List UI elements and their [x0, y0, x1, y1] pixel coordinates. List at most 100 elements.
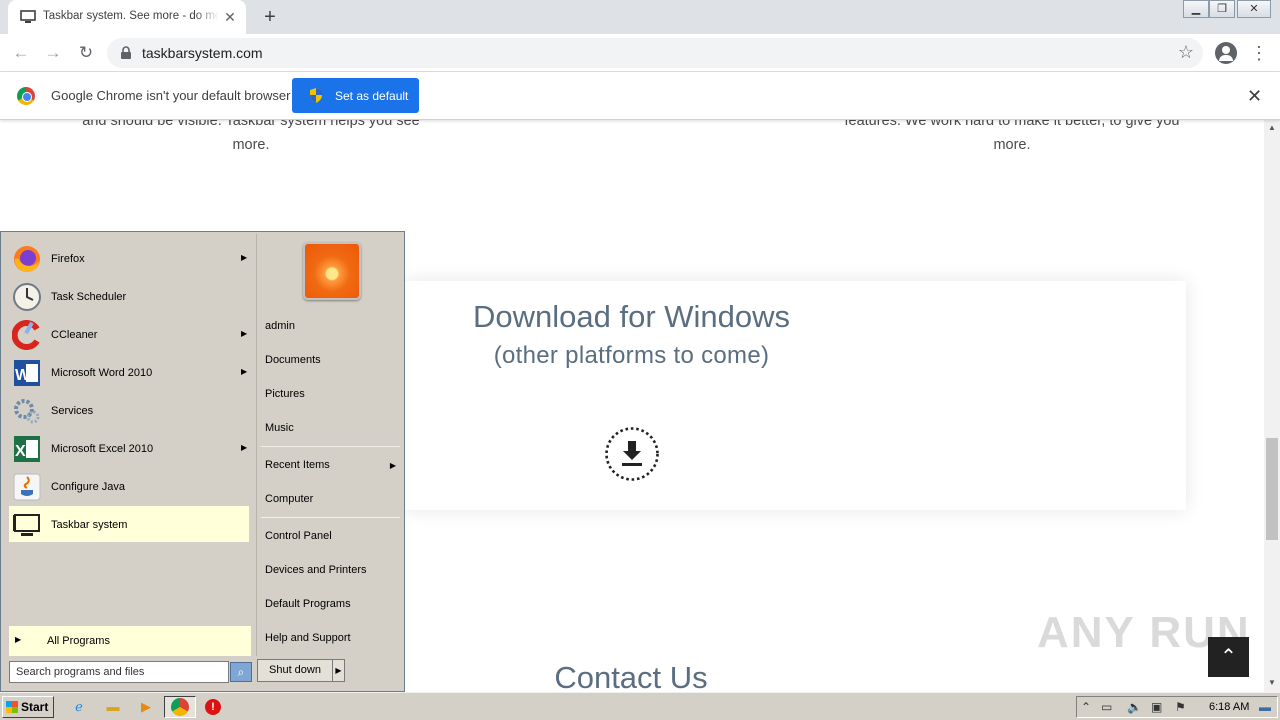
address-bar[interactable]: taskbarsystem.com ☆ [107, 38, 1203, 68]
bookmark-star-icon[interactable]: ☆ [1178, 42, 1194, 63]
program-label: Microsoft Excel 2010 [51, 443, 154, 455]
places-separator [261, 446, 400, 447]
download-card: Download for Windows (other platforms to… [405, 281, 1186, 510]
submenu-arrow-icon: ▶ [241, 443, 248, 452]
program-firefox[interactable]: Firefox ▶ [9, 240, 249, 276]
program-excel[interactable]: X Microsoft Excel 2010 ▶ [9, 430, 249, 466]
chrome-logo-icon [17, 87, 35, 105]
back-button[interactable]: ← [9, 41, 33, 65]
program-configure-java[interactable]: Configure Java [9, 468, 249, 504]
tray-display-icon[interactable]: ▭ [1101, 700, 1112, 714]
windows-taskbar: Start ℯ ▬ ▶ ! ⌃ ▭ 🔈 ▣ ⚑ 6:18 AM ▬ [0, 692, 1280, 720]
svg-text:X: X [15, 443, 26, 460]
feature-text-right: features. We work hard to make it better… [844, 120, 1180, 153]
scrollbar-thumb[interactable] [1266, 438, 1278, 540]
place-computer[interactable]: Computer [265, 493, 400, 513]
submenu-arrow-icon: ▶ [241, 367, 248, 376]
chrome-icon [171, 698, 189, 716]
place-recent-items[interactable]: Recent Items ▶ [265, 459, 400, 479]
program-label: Configure Java [51, 481, 125, 493]
set-as-default-label: Set as default [335, 89, 409, 103]
place-pictures[interactable]: Pictures [265, 388, 400, 408]
start-label: Start [21, 700, 49, 714]
place-control-panel[interactable]: Control Panel [265, 530, 400, 550]
place-help-support[interactable]: Help and Support [265, 632, 400, 652]
taskbar-clock[interactable]: 6:18 AM [1209, 701, 1249, 713]
monitor-icon [20, 10, 36, 23]
minimize-button[interactable]: ▁ [1183, 0, 1209, 18]
start-button[interactable]: Start [2, 696, 54, 718]
submenu-arrow-icon: ▶ [241, 329, 248, 338]
lock-icon [121, 46, 131, 59]
download-subtitle: (other platforms to come) [493, 342, 770, 369]
program-services[interactable]: Services [9, 392, 249, 428]
svg-text:W: W [15, 367, 31, 384]
shutdown-options-arrow-icon[interactable]: ▶ [333, 659, 345, 682]
program-ccleaner[interactable]: CCleaner ▶ [9, 316, 249, 352]
network-icon[interactable]: ▣ [1151, 700, 1162, 714]
browser-toolbar: ← → ↻ taskbarsystem.com ☆ ⋮ [0, 34, 1280, 72]
all-programs-label: All Programs [47, 635, 110, 647]
start-menu: Firefox ▶ Task Scheduler CCleaner ▶ W Mi… [0, 231, 405, 692]
place-music[interactable]: Music [265, 422, 400, 442]
all-programs-arrow-icon: ▶ [15, 635, 22, 644]
show-desktop-icon[interactable]: ▬ [1259, 700, 1271, 714]
restore-button[interactable]: ❐ [1209, 0, 1235, 18]
program-label: Taskbar system [51, 519, 128, 531]
contact-heading: Contact Us [554, 660, 708, 692]
profile-avatar-icon[interactable] [1215, 42, 1237, 64]
program-label: Firefox [51, 253, 85, 265]
place-default-programs[interactable]: Default Programs [265, 598, 400, 618]
all-programs-button[interactable]: ▶ All Programs [9, 626, 251, 656]
scroll-to-top-button[interactable]: ⌃ [1208, 637, 1249, 677]
volume-icon[interactable]: 🔈 [1127, 700, 1142, 714]
places-separator [261, 517, 400, 518]
new-tab-button[interactable]: + [258, 6, 282, 28]
infobar-close-icon[interactable]: ✕ [1247, 86, 1262, 107]
tab-close-icon[interactable]: ✕ [222, 9, 238, 25]
internet-explorer-icon[interactable]: ℯ [70, 698, 88, 716]
program-task-scheduler[interactable]: Task Scheduler [9, 278, 249, 314]
scroll-up-arrow-icon[interactable]: ▲ [1268, 123, 1276, 132]
program-word[interactable]: W Microsoft Word 2010 ▶ [9, 354, 249, 390]
system-tray: ⌃ ▭ 🔈 ▣ ⚑ 6:18 AM ▬ [1076, 696, 1278, 718]
excel-icon: X [14, 436, 40, 462]
browser-tab[interactable]: Taskbar system. See more - do more ✕ [8, 0, 246, 34]
uac-shield-icon [310, 88, 322, 103]
media-player-icon[interactable]: ▶ [137, 698, 155, 716]
start-search-input[interactable]: Search programs and files [9, 661, 229, 683]
place-devices-printers[interactable]: Devices and Printers [265, 564, 400, 584]
place-admin[interactable]: admin [265, 320, 400, 340]
task-scheduler-icon [13, 283, 41, 311]
tab-title: Taskbar system. See more - do more [43, 10, 219, 22]
program-taskbar-system[interactable]: Taskbar system [9, 506, 249, 542]
user-picture[interactable] [303, 242, 361, 300]
default-browser-infobar: Google Chrome isn't your default browser… [0, 72, 1280, 120]
start-menu-programs: Firefox ▶ Task Scheduler CCleaner ▶ W Mi… [3, 234, 254, 689]
scroll-down-arrow-icon[interactable]: ▼ [1268, 678, 1276, 687]
taskbar-system-icon [13, 514, 40, 536]
place-documents[interactable]: Documents [265, 354, 400, 374]
reload-button[interactable]: ↻ [74, 41, 98, 65]
set-as-default-button[interactable]: Set as default [292, 78, 419, 113]
program-label: Task Scheduler [51, 291, 127, 303]
download-icon[interactable] [604, 426, 660, 482]
explorer-folder-icon[interactable]: ▬ [104, 698, 122, 716]
recent-items-label: Recent Items [265, 459, 330, 471]
search-icon[interactable]: ⌕ [230, 662, 252, 682]
forward-button[interactable]: → [41, 41, 65, 65]
browser-menu-icon[interactable]: ⋮ [1250, 42, 1268, 64]
services-icon [14, 399, 40, 424]
action-center-flag-icon[interactable]: ⚑ [1175, 700, 1186, 714]
program-label: Services [51, 405, 94, 417]
program-label: Microsoft Word 2010 [51, 367, 153, 379]
opera-icon[interactable]: ! [205, 699, 221, 715]
submenu-arrow-icon: ▶ [389, 461, 396, 470]
program-label: CCleaner [51, 329, 98, 341]
page-scrollbar[interactable]: ▲ ▼ [1264, 120, 1280, 692]
taskbar-chrome-button[interactable] [164, 696, 196, 718]
shutdown-button[interactable]: Shut down [257, 659, 333, 682]
tray-expand-icon[interactable]: ⌃ [1081, 700, 1091, 714]
ccleaner-icon [12, 320, 40, 350]
window-close-button[interactable]: ✕ [1237, 0, 1271, 18]
